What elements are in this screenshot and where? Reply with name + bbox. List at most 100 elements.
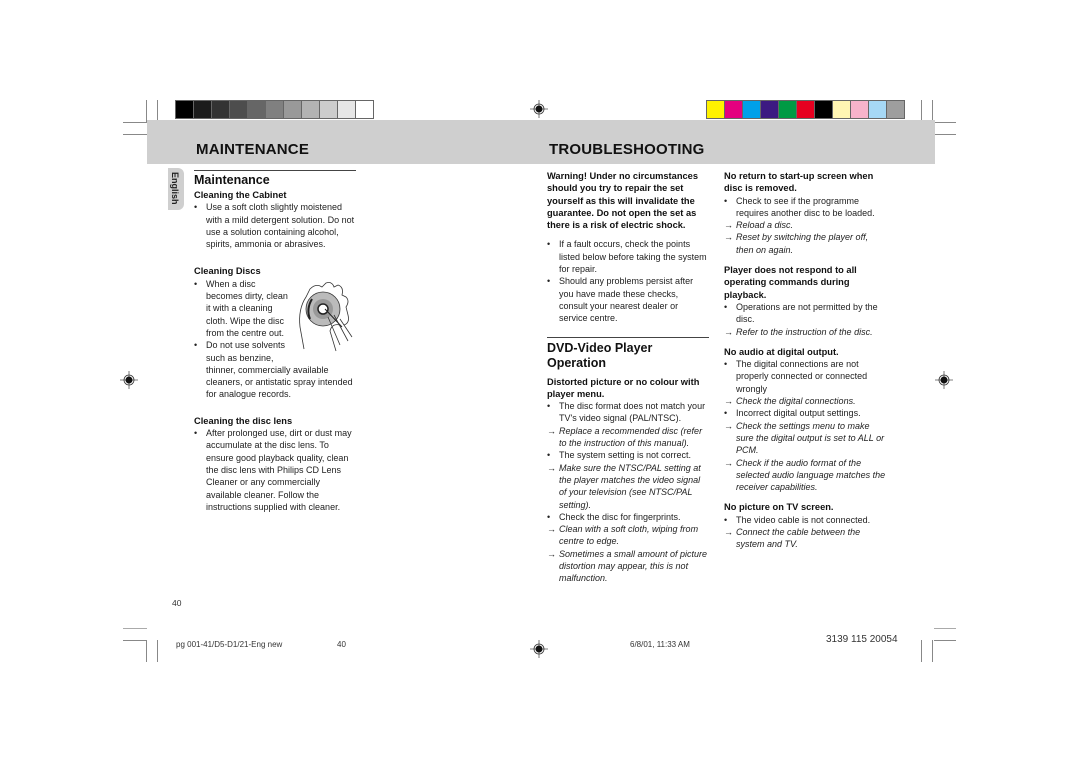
section-body: • After prolonged use, dirt or dust may a…: [194, 427, 356, 513]
section-body: • When a disc becomes dirty, clean it wit…: [194, 278, 294, 364]
item-text: Make sure the NTSC/PAL setting at the pl…: [559, 462, 701, 510]
bullet-item: • Check to see if the programme requires …: [724, 195, 886, 220]
warning-text: Warning! Under no circumstances should y…: [547, 171, 699, 231]
item-text: The video cable is not connected.: [736, 514, 871, 525]
action-item: → Check if the audio format of the select…: [724, 457, 886, 494]
item-text: Check if the audio format of the selecte…: [736, 457, 886, 493]
problem-solutions: • The disc format does not match your TV'…: [547, 400, 709, 584]
problem-title: No audio at digital output.: [724, 346, 839, 357]
bullet-icon: •: [724, 195, 728, 206]
bullet-item: • Operations are not permitted by the dis…: [724, 301, 886, 326]
item-text: If a fault occurs, check the points list…: [559, 239, 707, 275]
grayscale-color-bar: [175, 100, 374, 119]
color-swatch: [230, 101, 248, 118]
color-swatch: [887, 101, 904, 118]
arrow-icon: →: [547, 462, 556, 473]
action-item: → Check the digital connections.: [724, 395, 886, 407]
crop-mark: [157, 640, 158, 662]
section-continuation: thinner, commercially available cleaners…: [206, 364, 353, 400]
bullet-icon: •: [724, 301, 728, 312]
color-swatch: [833, 101, 851, 118]
color-swatch: [302, 101, 320, 118]
color-swatch: [176, 101, 194, 118]
bullet-item: • The disc format does not match your TV'…: [547, 400, 709, 425]
bullet-item: • Should any problems persist after you h…: [547, 275, 709, 324]
bullet-item: • Incorrect digital output settings.: [724, 407, 886, 419]
color-swatch: [869, 101, 887, 118]
page-number: 40: [172, 598, 182, 608]
timestamp: 6/8/01, 11:33 AM: [630, 640, 690, 649]
bullet-icon: •: [547, 239, 551, 250]
bullet-item: • The video cable is not connected.: [724, 514, 886, 526]
section-title: Cleaning the Cabinet: [194, 190, 287, 200]
item-text: Do not use solvents such as benzine,: [206, 340, 286, 363]
color-swatch: [194, 101, 212, 118]
action-item: → Replace a recommended disc (refer to th…: [547, 425, 709, 450]
arrow-icon: →: [724, 420, 733, 431]
bullet-item: • When a disc becomes dirty, clean it wit…: [194, 278, 294, 339]
troubleshooting-title: TROUBLESHOOTING: [549, 141, 705, 158]
item-text: The system setting is not correct.: [559, 450, 692, 461]
section-title: Cleaning the disc lens: [194, 415, 293, 426]
action-item: → Make sure the NTSC/PAL setting at the p…: [547, 462, 709, 511]
crop-mark: [934, 640, 956, 641]
process-color-bar: [706, 100, 905, 119]
item-text: Clean with a soft cloth, wiping from cen…: [559, 524, 699, 547]
color-swatch: [212, 101, 230, 118]
action-item: → Clean with a soft cloth, wiping from ce…: [547, 523, 709, 548]
action-item: → Connect the cable between the system an…: [724, 526, 886, 551]
heading-rule: [194, 170, 356, 171]
item-text: After prolonged use, dirt or dust may ac…: [206, 428, 352, 512]
disc-cleaning-hands-icon: [299, 281, 353, 351]
problem-solutions: • Check to see if the programme requires …: [724, 195, 886, 256]
registration-mark-icon: [935, 371, 953, 389]
color-swatch: [779, 101, 797, 118]
crop-mark: [921, 100, 922, 122]
item-text: Should any problems persist after you ha…: [559, 276, 694, 324]
action-item: → Refer to the instruction of the disc.: [724, 326, 886, 338]
crop-mark: [932, 100, 933, 122]
bullet-icon: •: [547, 401, 551, 412]
color-swatch: [320, 101, 338, 118]
arrow-icon: →: [547, 425, 556, 436]
troubleshooting-column-1: Warning! Under no circumstances should y…: [547, 170, 709, 585]
bullet-icon: •: [194, 340, 198, 351]
color-swatch: [851, 101, 869, 118]
section-body: • Use a soft cloth slightly moistened wit…: [194, 201, 356, 250]
arrow-icon: →: [724, 220, 733, 231]
color-swatch: [356, 101, 373, 118]
arrow-icon: →: [724, 527, 733, 538]
registration-mark-icon: [530, 640, 548, 658]
problem-title: No picture on TV screen.: [724, 502, 834, 513]
bullet-item: • If a fault occurs, check the points lis…: [547, 238, 709, 275]
action-item: → Reset by switching the player off, then…: [724, 231, 886, 256]
action-item: → Sometimes a small amount of picture dis…: [547, 548, 709, 585]
item-text: Check the digital connections.: [736, 396, 856, 407]
file-name: pg 001-41/D5-D1/21-Eng new: [176, 640, 283, 649]
color-swatch: [248, 101, 266, 118]
crop-mark: [146, 640, 147, 662]
registration-mark-icon: [530, 100, 548, 118]
problem-title: Player does not respond to all operating…: [724, 265, 857, 300]
catalog-number: 3139 115 20054: [826, 634, 898, 645]
arrow-icon: →: [724, 457, 733, 468]
bullet-item: • After prolonged use, dirt or dust may a…: [194, 427, 356, 513]
color-swatch: [815, 101, 833, 118]
color-swatch: [266, 101, 284, 118]
bullet-icon: •: [724, 514, 728, 525]
item-text: The disc format does not match your TV's…: [559, 401, 706, 424]
bullet-icon: •: [724, 408, 728, 419]
crop-mark: [123, 628, 147, 629]
color-swatch: [743, 101, 761, 118]
bullet-icon: •: [194, 202, 198, 213]
bullet-item: • The system setting is not correct.: [547, 449, 709, 461]
section-title: Cleaning Discs: [194, 266, 261, 277]
action-item: → Check the settings menu to make sure th…: [724, 420, 886, 457]
bullet-icon: •: [547, 511, 551, 522]
crop-mark: [934, 628, 956, 629]
problem-solutions: • The digital connections are not properl…: [724, 358, 886, 493]
problem-solutions: • Operations are not permitted by the dis…: [724, 301, 886, 338]
item-text: Check to see if the programme requires a…: [736, 195, 875, 218]
bullet-icon: •: [547, 276, 551, 287]
bullet-item: • Do not use solvents such as benzine,: [194, 339, 294, 364]
